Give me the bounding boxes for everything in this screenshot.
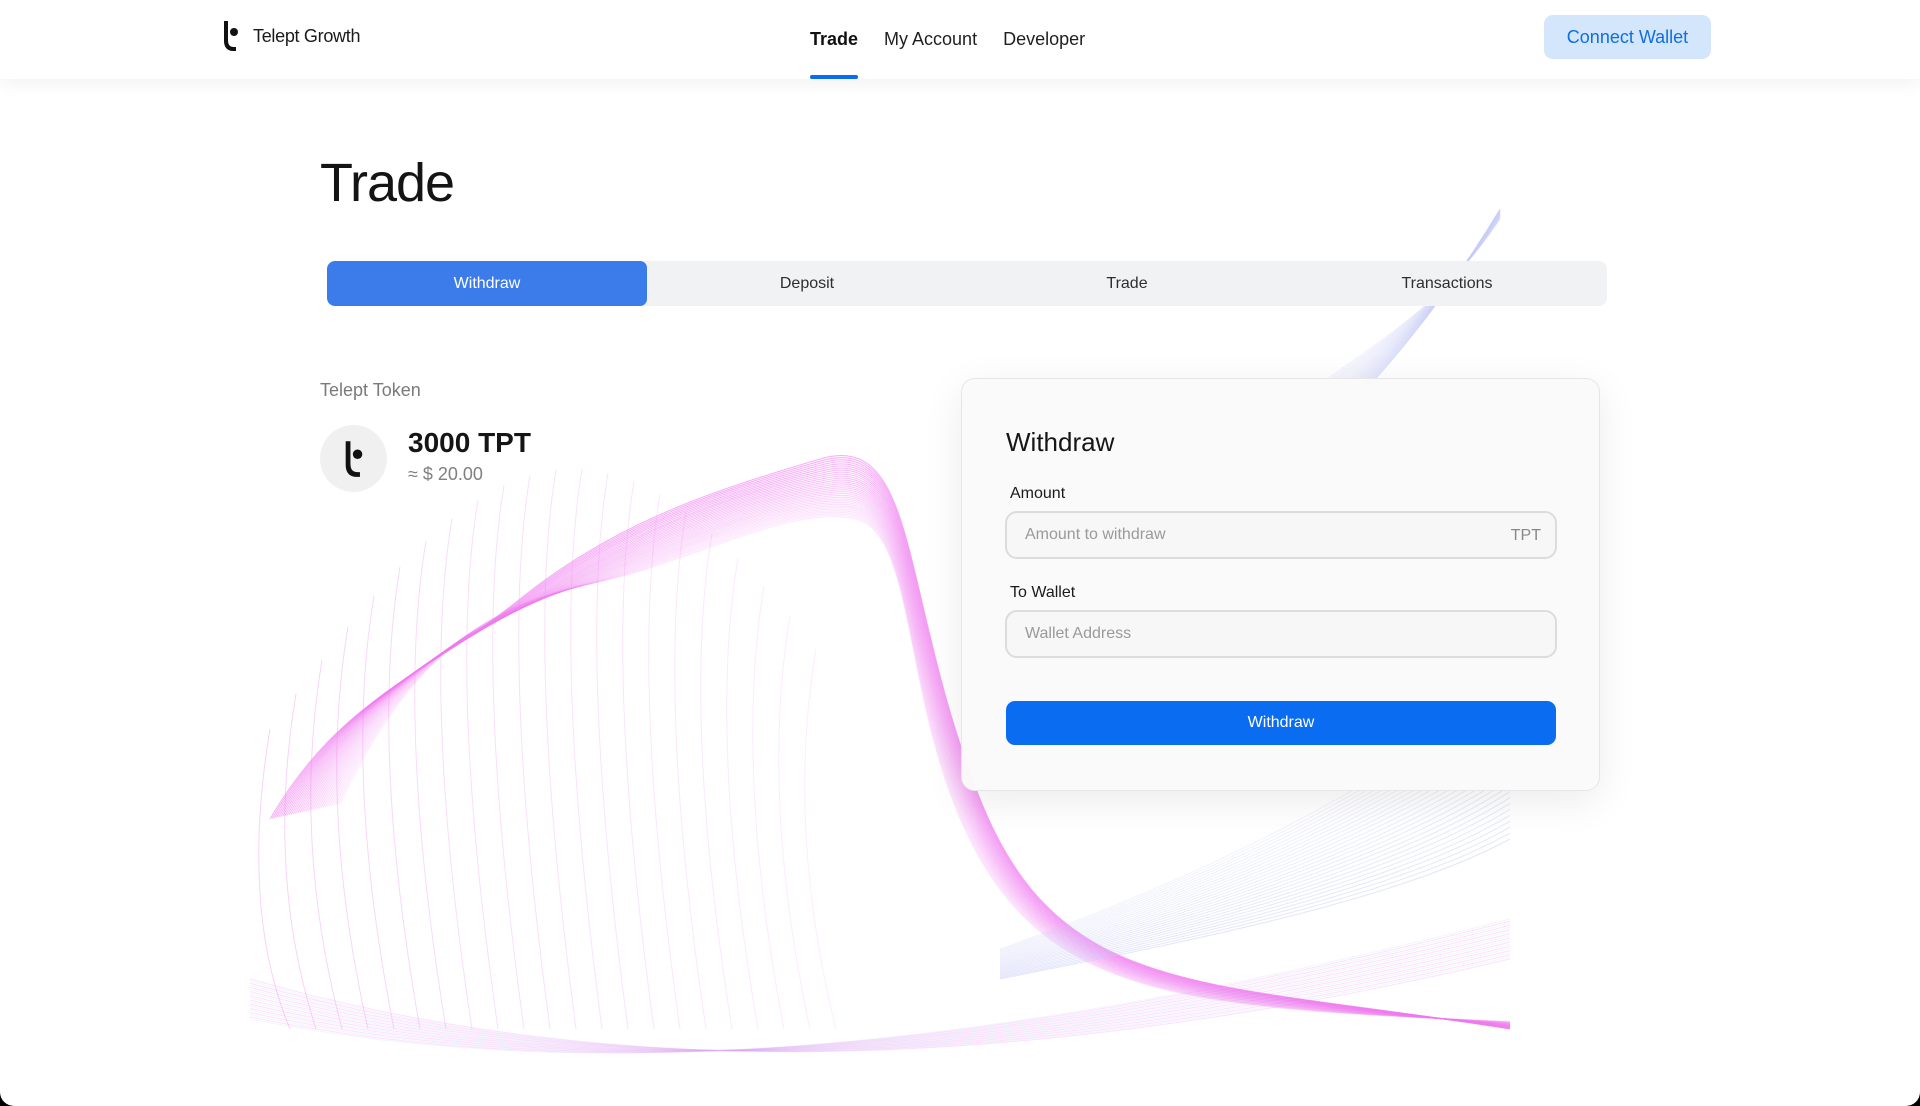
- tab-transactions[interactable]: Transactions: [1287, 261, 1607, 306]
- wallet-label: To Wallet: [1010, 584, 1076, 601]
- page-title: Trade: [320, 153, 455, 213]
- background-wave-mesh: [249, 208, 1511, 1054]
- nav-item-my-account[interactable]: My Account: [884, 0, 977, 79]
- wallet-field: [1005, 610, 1557, 658]
- tab-deposit[interactable]: Deposit: [647, 261, 967, 306]
- token-avatar: [320, 425, 387, 492]
- top-navbar: Telept Growth Trade My Account Developer…: [0, 0, 1920, 79]
- withdraw-submit-button[interactable]: Withdraw: [1006, 701, 1556, 745]
- nav-item-developer[interactable]: Developer: [1003, 0, 1085, 79]
- brand-name: Telept Growth: [253, 25, 361, 46]
- withdraw-card: Withdraw Amount TPT To Wallet Withdraw: [961, 378, 1600, 791]
- connect-wallet-button[interactable]: Connect Wallet: [1544, 15, 1711, 59]
- amount-field: TPT: [1005, 511, 1557, 559]
- tab-withdraw[interactable]: Withdraw: [327, 261, 647, 306]
- token-usd-value: ≈ $ 20.00: [408, 464, 483, 484]
- telept-logo-icon: [224, 21, 238, 51]
- nav-item-trade[interactable]: Trade: [810, 0, 859, 79]
- telept-logo-icon: [345, 440, 362, 477]
- brand[interactable]: Telept Growth: [221, 20, 360, 52]
- page: Telept Growth Trade My Account Developer…: [0, 0, 1920, 1106]
- main-nav: Trade My Account Developer: [810, 0, 1111, 79]
- trade-tabs: Withdraw Deposit Trade Transactions: [327, 261, 1607, 306]
- tab-trade[interactable]: Trade: [967, 261, 1287, 306]
- withdraw-card-title: Withdraw: [1006, 427, 1115, 457]
- amount-input[interactable]: [1007, 513, 1555, 557]
- token-label: Telept Token: [320, 380, 421, 400]
- amount-unit-suffix: TPT: [1510, 527, 1541, 544]
- amount-label: Amount: [1010, 485, 1066, 502]
- token-balance: 3000 TPT: [408, 427, 531, 458]
- wallet-address-input[interactable]: [1007, 612, 1555, 656]
